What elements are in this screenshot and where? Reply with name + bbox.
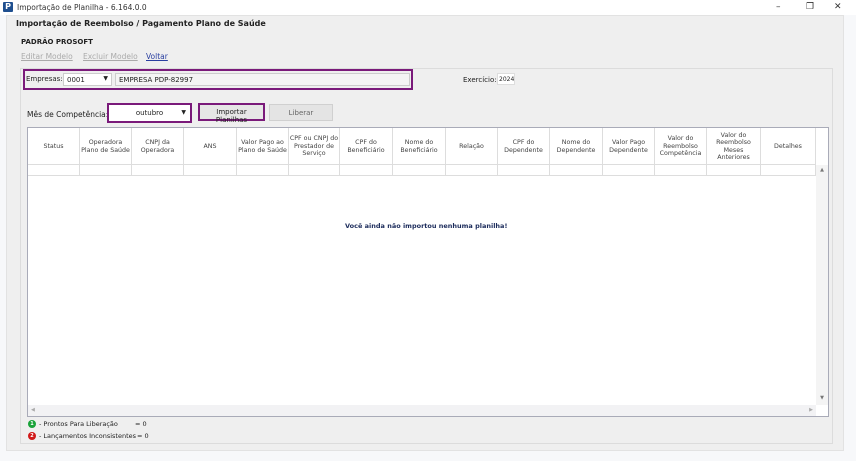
empty-state-message: Você ainda não importou nenhuma planilha…: [345, 222, 508, 230]
scroll-up-icon: ▲: [820, 167, 824, 173]
column-header[interactable]: CPF do Dependente: [498, 128, 550, 165]
ready-status-icon: 1: [28, 420, 36, 428]
legend-count: = 0: [135, 420, 147, 428]
column-header[interactable]: Operadora Plano de Saúde: [80, 128, 132, 165]
scroll-down-icon: ▼: [820, 395, 824, 401]
column-header[interactable]: Status: [28, 128, 80, 165]
mes-competencia-label: Mês de Competência:: [27, 110, 109, 119]
empresas-label: Empresas:: [26, 75, 63, 83]
column-header[interactable]: Valor Pago ao Plano de Saúde: [237, 128, 289, 165]
model-name: PADRÃO PROSOFT: [21, 38, 93, 46]
chevron-down-icon: ▼: [103, 75, 108, 82]
column-header[interactable]: Valor Pago Dependente: [603, 128, 655, 165]
empresa-code-value: 0001: [67, 76, 85, 84]
data-grid: Status Operadora Plano de Saúde CNPJ da Op…: [27, 127, 829, 417]
empresa-code-select[interactable]: 0001 ▼: [63, 73, 112, 86]
table-cell: [550, 165, 603, 176]
exercicio-value: 2024: [497, 73, 515, 85]
column-header[interactable]: CNPJ da Operadora: [132, 128, 184, 165]
table-cell: [184, 165, 237, 176]
table-cell: [393, 165, 446, 176]
scroll-right-icon: ▶: [809, 407, 813, 413]
table-cell: [80, 165, 132, 176]
page-title: Importação de Reembolso / Pagamento Plan…: [16, 19, 266, 28]
empresa-name-field: EMPRESA PDP-82997: [115, 73, 410, 86]
column-header[interactable]: Relação: [446, 128, 498, 165]
minimize-button[interactable]: –: [776, 2, 781, 12]
column-header[interactable]: CPF do Beneficiário: [340, 128, 393, 165]
exercicio-label: Exercício:: [463, 76, 497, 84]
column-header[interactable]: Valor do Reembolso Competência: [655, 128, 707, 165]
inconsistent-status-icon: 2: [28, 432, 36, 440]
mes-competencia-select[interactable]: outubro ▼: [107, 103, 192, 123]
column-header[interactable]: Valor do Reembolso Meses Anteriores: [707, 128, 761, 165]
column-header[interactable]: Detalhes: [761, 128, 816, 165]
edit-model-link[interactable]: Editar Modelo: [21, 52, 73, 61]
vertical-scrollbar[interactable]: ▲ ▼: [816, 165, 828, 405]
table-cell: [28, 165, 80, 176]
table-cell: [498, 165, 550, 176]
window-title: Importação de Planilha - 6.164.0.0: [17, 3, 147, 12]
table-cell: [603, 165, 655, 176]
legend-label: - Lançamentos Inconsistentes: [39, 432, 137, 440]
horizontal-scrollbar[interactable]: ◀ ▶: [28, 405, 816, 416]
legend-ready: 1- Prontos Para Liberação = 0: [28, 420, 147, 428]
table-cell: [340, 165, 393, 176]
table-cell: [132, 165, 184, 176]
release-button[interactable]: Liberar: [269, 104, 333, 121]
mes-value: outubro: [135, 109, 164, 117]
legend-inconsistent: 2- Lançamentos Inconsistentes = 0: [28, 432, 149, 440]
legend-count: = 0: [137, 432, 149, 440]
legend-label: - Prontos Para Liberação: [39, 420, 118, 428]
chevron-down-icon: ▼: [181, 109, 186, 116]
table-cell: [761, 165, 816, 176]
column-header[interactable]: CPF ou CNPJ do Prestador de Serviço: [289, 128, 340, 165]
import-button[interactable]: Importar Planilhas: [198, 103, 265, 124]
app-logo-icon: P: [3, 2, 13, 12]
table-cell: [707, 165, 761, 176]
column-header[interactable]: ANS: [184, 128, 237, 165]
table-row: [28, 165, 816, 176]
close-button[interactable]: ✕: [834, 2, 842, 12]
back-link[interactable]: Voltar: [146, 52, 168, 61]
grid-header: Status Operadora Plano de Saúde CNPJ da Op…: [28, 128, 816, 165]
table-cell: [289, 165, 340, 176]
restore-button[interactable]: ❐: [806, 2, 814, 12]
column-header[interactable]: Nome do Beneficiário: [393, 128, 446, 165]
table-cell: [446, 165, 498, 176]
table-cell: [655, 165, 707, 176]
column-header[interactable]: Nome do Dependente: [550, 128, 603, 165]
scroll-left-icon: ◀: [31, 407, 35, 413]
table-cell: [237, 165, 289, 176]
delete-model-link[interactable]: Excluir Modelo: [83, 52, 138, 61]
